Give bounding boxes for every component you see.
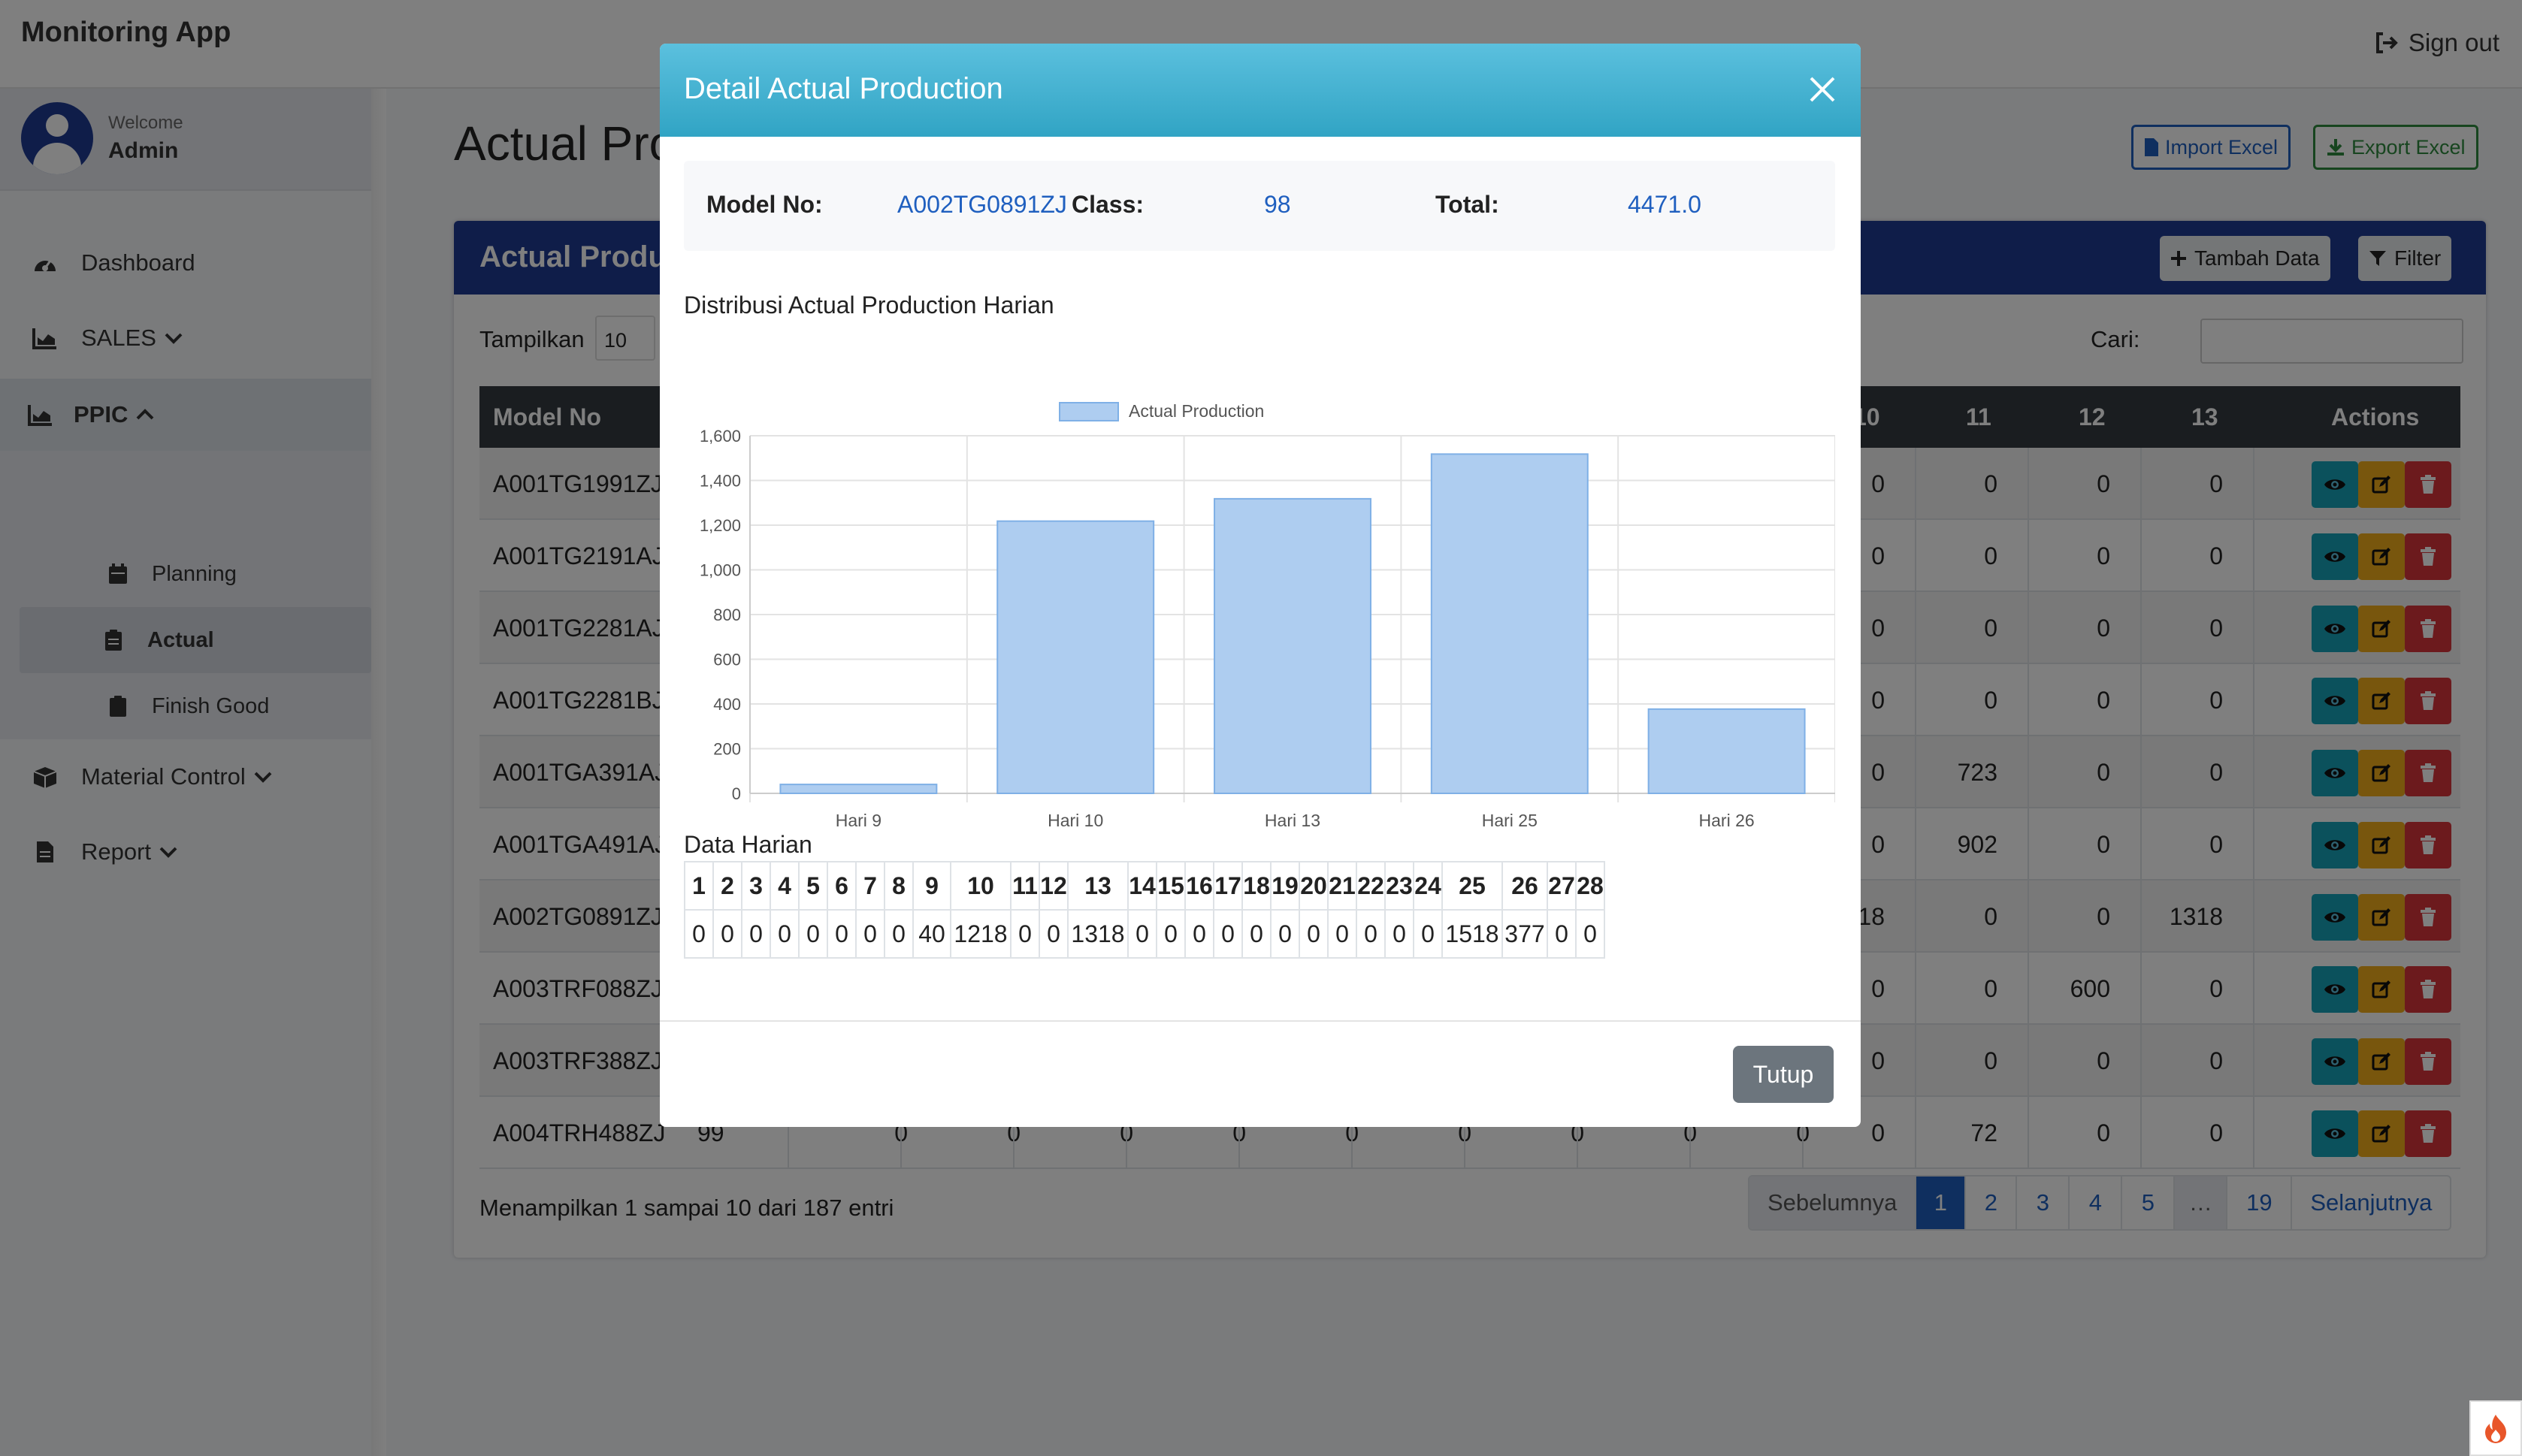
model-no-value: A002TG0891ZJ: [897, 191, 1067, 218]
detail-modal: Detail Actual Production Model No: A002T…: [660, 44, 1861, 1127]
daily-day-header: 27: [1547, 861, 1577, 911]
model-info-box: Model No: A002TG0891ZJ Class: 98 Total: …: [684, 161, 1835, 251]
legend-swatch: [1059, 402, 1119, 421]
daily-section-title: Data Harian: [684, 831, 812, 858]
daily-day-value: 0: [827, 909, 857, 959]
daily-day-header: 15: [1156, 861, 1186, 911]
daily-day-header: 24: [1413, 861, 1443, 911]
daily-day-value: 0: [884, 909, 914, 959]
y-tick-label: 1,000: [700, 561, 741, 580]
bar-hari-26: [1647, 708, 1806, 794]
daily-day-value: 0: [1575, 909, 1605, 959]
daily-day-header: 10: [950, 861, 1012, 911]
close-button[interactable]: Tutup: [1733, 1046, 1834, 1103]
daily-day-header: 28: [1575, 861, 1605, 911]
modal-title: Detail Actual Production: [684, 72, 1003, 105]
daily-day-header: 20: [1299, 861, 1329, 911]
model-no-label: Model No:: [706, 191, 823, 218]
total-value: 4471.0: [1628, 191, 1701, 218]
daily-day-value: 1518: [1441, 909, 1503, 959]
y-tick-label: 400: [713, 695, 741, 714]
daily-day-header: 3: [741, 861, 771, 911]
daily-day-header: 19: [1270, 861, 1300, 911]
daily-day-header: 9: [912, 861, 951, 911]
daily-value-row: 0 0 0 0 0 0 0 0 40 1218 0 0 1318 0 0 0 0 0 0 0 0 0 0 0 1518 377 0 0: [684, 909, 1605, 959]
daily-day-value: 0: [855, 909, 885, 959]
x-tick-label: Hari 10: [1048, 811, 1103, 830]
daily-day-value: 0: [1270, 909, 1300, 959]
bar-hari-9: [779, 784, 938, 794]
daily-day-value: 0: [1010, 909, 1040, 959]
daily-day-value: 0: [1241, 909, 1272, 959]
daily-day-value: 0: [1384, 909, 1414, 959]
daily-header-row: 1 2 3 4 5 6 7 8 9 10 11 12 13 14 15 16 17 18 19 20 21 22 23 24 2…: [684, 861, 1605, 911]
daily-day-value: 0: [1127, 909, 1157, 959]
daily-day-value: 0: [1547, 909, 1577, 959]
y-tick-label: 200: [713, 740, 741, 759]
daily-day-header: 2: [712, 861, 742, 911]
daily-day-value: 0: [1299, 909, 1329, 959]
daily-day-value: 0: [1156, 909, 1186, 959]
daily-day-header: 12: [1039, 861, 1069, 911]
daily-day-header: 22: [1356, 861, 1386, 911]
daily-day-header: 4: [770, 861, 800, 911]
bar-hari-13: [1214, 497, 1371, 795]
daily-day-value: 0: [1213, 909, 1243, 959]
daily-day-header: 25: [1441, 861, 1503, 911]
daily-day-value: 0: [741, 909, 771, 959]
daily-day-header: 1: [684, 861, 714, 911]
daily-day-header: 13: [1067, 861, 1129, 911]
x-tick-label: Hari 26: [1699, 811, 1755, 830]
bar-hari-25: [1430, 453, 1589, 795]
daily-day-value: 377: [1501, 909, 1548, 959]
daily-day-header: 18: [1241, 861, 1272, 911]
daily-day-value: 0: [798, 909, 828, 959]
modal-header: Detail Actual Production: [660, 44, 1861, 137]
modal-footer-divider: [660, 1020, 1861, 1022]
daily-day-value: 40: [912, 909, 951, 959]
class-label: Class:: [1072, 191, 1145, 218]
legend-label: Actual Production: [1129, 401, 1264, 421]
production-bar-chart: Actual Production 0 200 400 600 800 1,000 1,200…: [700, 401, 1835, 830]
daily-day-header: 7: [855, 861, 885, 911]
y-tick-label: 1,600: [700, 427, 741, 446]
flame-icon[interactable]: [2469, 1400, 2522, 1456]
daily-day-value: 0: [1413, 909, 1443, 959]
total-label: Total:: [1435, 191, 1499, 218]
y-tick-label: 1,200: [700, 516, 741, 535]
y-tick-label: 600: [713, 651, 741, 669]
daily-day-value: 0: [712, 909, 742, 959]
x-tick-label: Hari 9: [836, 811, 881, 830]
daily-day-header: 26: [1501, 861, 1548, 911]
chart-section-title: Distribusi Actual Production Harian: [684, 292, 1054, 319]
daily-day-header: 17: [1213, 861, 1243, 911]
daily-day-value: 0: [1184, 909, 1214, 959]
daily-data-table: 1 2 3 4 5 6 7 8 9 10 11 12 13 14 15 16 17 18 19 20 21 22 23 24 2…: [684, 861, 1605, 959]
daily-day-value: 0: [770, 909, 800, 959]
daily-day-header: 5: [798, 861, 828, 911]
daily-day-value: 1318: [1067, 909, 1129, 959]
y-tick-label: 0: [732, 784, 741, 803]
daily-day-header: 16: [1184, 861, 1214, 911]
daily-day-value: 0: [1356, 909, 1386, 959]
close-icon[interactable]: [1805, 72, 1840, 107]
x-tick-label: Hari 25: [1482, 811, 1538, 830]
y-tick-label: 800: [713, 606, 741, 624]
daily-day-header: 23: [1384, 861, 1414, 911]
y-tick-label: 1,400: [700, 472, 741, 491]
daily-day-value: 0: [1327, 909, 1357, 959]
class-value: 98: [1264, 191, 1291, 218]
daily-day-value: 0: [1039, 909, 1069, 959]
daily-day-header: 14: [1127, 861, 1157, 911]
daily-day-header: 6: [827, 861, 857, 911]
daily-day-header: 21: [1327, 861, 1357, 911]
x-tick-label: Hari 13: [1265, 811, 1320, 830]
daily-day-value: 1218: [950, 909, 1012, 959]
daily-day-value: 0: [684, 909, 714, 959]
bar-hari-10: [996, 520, 1155, 795]
daily-day-header: 8: [884, 861, 914, 911]
daily-day-header: 11: [1010, 861, 1040, 911]
